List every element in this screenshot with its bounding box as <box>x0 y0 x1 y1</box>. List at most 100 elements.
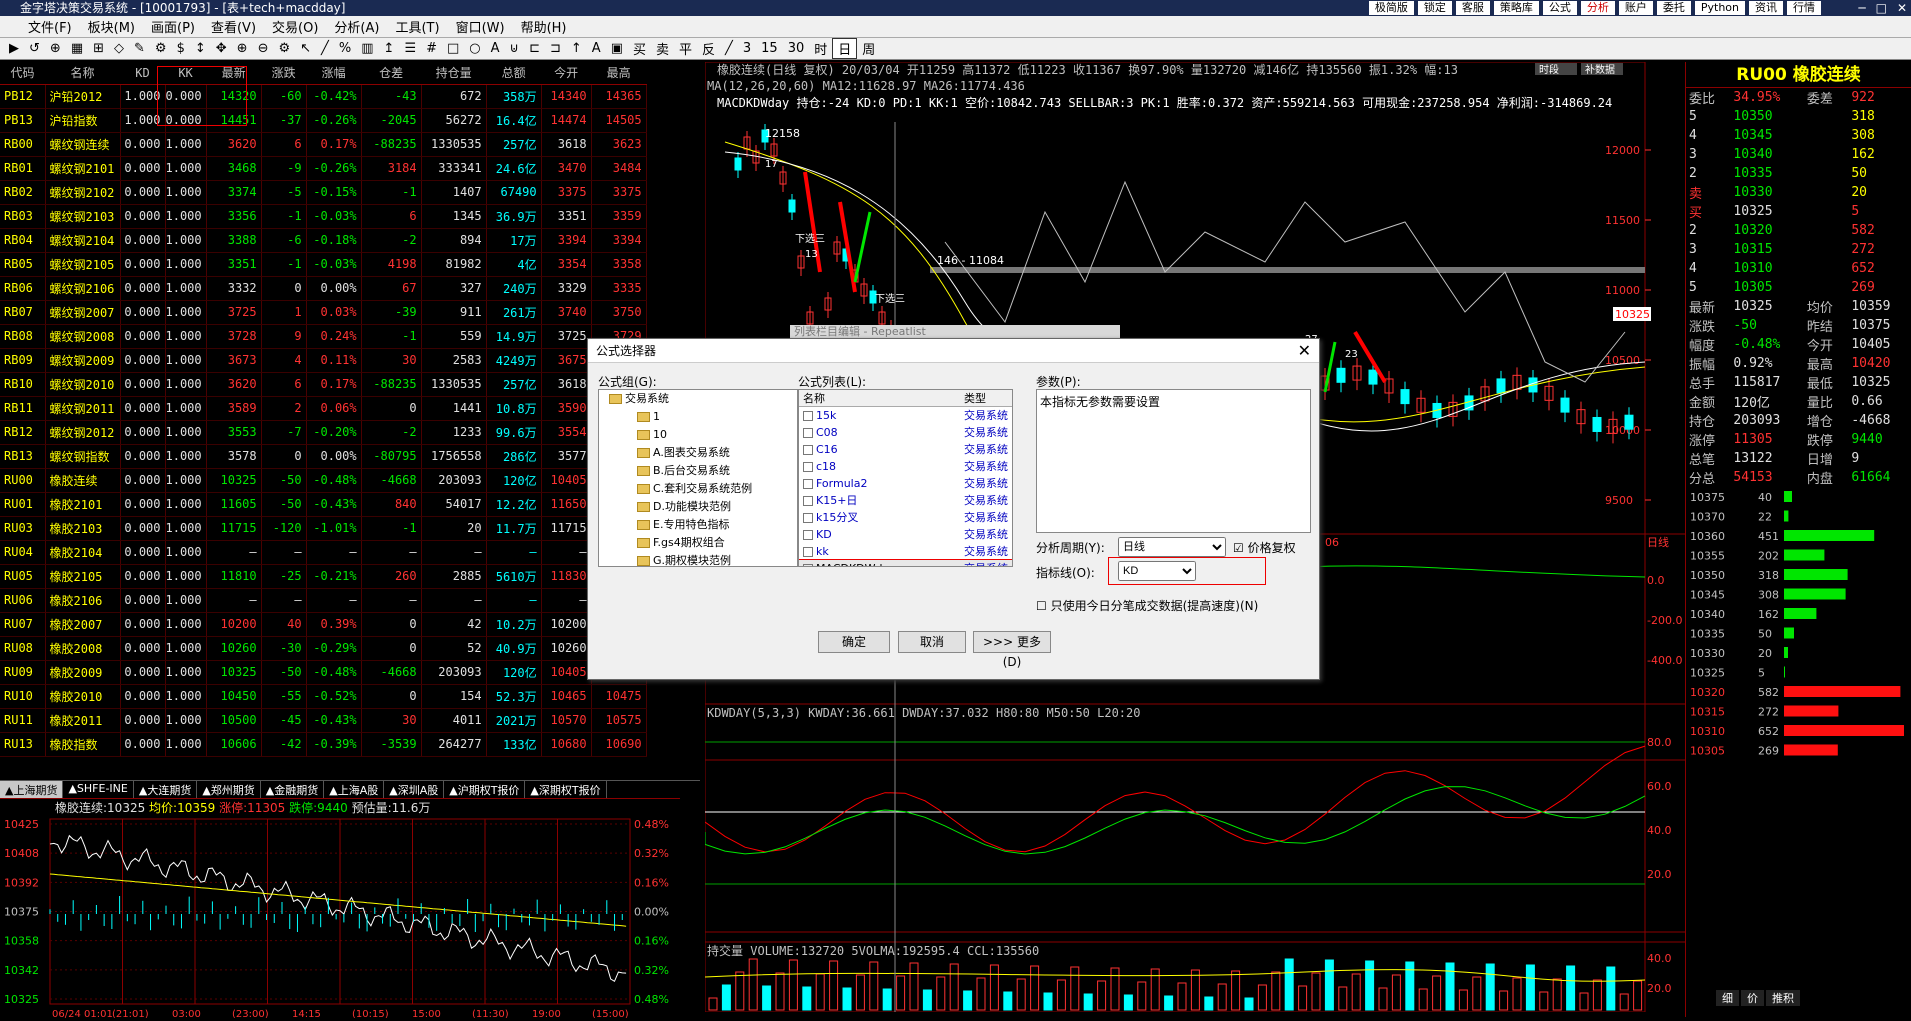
toolbar-button[interactable]: ◇ <box>109 41 129 56</box>
menu-item[interactable]: 画面(P) <box>143 17 203 36</box>
top-button[interactable]: 资讯 <box>1749 1 1783 15</box>
top-button[interactable]: Python <box>1694 1 1745 15</box>
tree-item[interactable]: G.期权模块范例 <box>599 552 797 566</box>
table-row[interactable]: RB02 螺纹钢2102 0.000 1.000 3374 -5 -0.15% -1 1407 6… <box>0 180 647 205</box>
table-row[interactable]: RU13 橡胶指数 0.000 1.000 10606 -42 -0.39% -3539 264… <box>0 732 647 757</box>
toolbar-button[interactable]: 3 <box>738 41 756 56</box>
toolbar-button[interactable]: ⚙ <box>150 41 172 56</box>
table-row[interactable]: RU11 橡胶2011 0.000 1.000 10500 -45 -0.43% 30 4011… <box>0 708 647 733</box>
toolbar-button[interactable]: 15 <box>756 41 783 56</box>
list-item[interactable]: c18 交易系统 <box>799 458 1012 475</box>
formula-group-tree[interactable]: 交易系统 1 10 A.图表交易系统 B.后台交易系统 C.套利交易系统范例 D.功能模块范… <box>598 389 798 567</box>
toolbar-button[interactable]: 日 <box>832 38 858 59</box>
toolbar-button[interactable]: ✥ <box>211 41 232 56</box>
tree-item[interactable]: 10 <box>599 426 797 444</box>
market-tab[interactable]: ▲上海期货 <box>0 781 64 798</box>
table-row[interactable]: RB05 螺纹钢2105 0.000 1.000 3351 -1 -0.03% 4198 819… <box>0 252 647 277</box>
more-button[interactable]: >>> 更多(D) <box>973 631 1051 669</box>
table-row[interactable]: RB10 螺纹钢2010 0.000 1.000 3620 6 0.17% -88235 133… <box>0 372 647 397</box>
column-header[interactable]: 最高 <box>591 62 647 85</box>
table-row[interactable]: RU06橡胶21060.0001.000–––––––– <box>0 588 647 613</box>
toolbar-button[interactable]: 时 <box>809 39 832 58</box>
tree-item[interactable]: C.套利交易系统范例 <box>599 480 797 498</box>
toolbar-button[interactable]: ⊍ <box>505 41 525 56</box>
formula-list[interactable]: 名称 类型 15k 交易系统 C08 交易系统 C16 交易系统 c18 交易系统 Formula2… <box>798 389 1013 567</box>
menu-item[interactable]: 文件(F) <box>20 17 80 36</box>
toolbar-button[interactable]: ↖ <box>295 41 316 56</box>
toolbar-button[interactable]: % <box>334 41 356 56</box>
market-tab[interactable]: ▲郑州期货 <box>197 781 261 798</box>
toolbar-button[interactable]: □ <box>442 41 464 56</box>
toolbar-button[interactable]: 30 <box>783 41 810 56</box>
top-button[interactable]: 锁定 <box>1417 1 1452 15</box>
toolbar-button[interactable]: 平 <box>674 39 697 58</box>
column-header[interactable]: KD <box>120 62 165 85</box>
toolbar-button[interactable]: ✎ <box>129 41 150 56</box>
column-header[interactable]: 仓差 <box>361 62 422 85</box>
menu-item[interactable]: 工具(T) <box>387 17 447 36</box>
toolbar-button[interactable]: A <box>486 41 505 56</box>
maximize-icon[interactable]: □ <box>1876 0 1887 16</box>
panel-tab[interactable]: 价 <box>1741 990 1764 1006</box>
toolbar-button[interactable]: ○ <box>464 41 485 56</box>
toolbar-button[interactable]: A <box>587 41 606 56</box>
toolbar-button[interactable]: ⚙ <box>273 41 295 56</box>
toolbar-button[interactable]: ☰ <box>399 41 421 56</box>
market-tab[interactable]: ▲沪期权T报价 <box>444 781 526 798</box>
menu-item[interactable]: 查看(V) <box>203 17 264 36</box>
top-button[interactable]: 分析 <box>1580 1 1615 15</box>
table-row[interactable]: RB09 螺纹钢2009 0.000 1.000 3673 4 0.11% 30 2583 424… <box>0 348 647 373</box>
column-header[interactable]: 代码 <box>0 62 45 85</box>
market-tab[interactable]: ▲上海A股 <box>324 781 385 798</box>
table-row[interactable]: RU03 橡胶2103 0.000 1.000 11715 -120 -1.01% -1 20 1… <box>0 516 647 541</box>
close-icon[interactable]: ✕ <box>1897 0 1907 16</box>
toolbar-button[interactable]: ▦ <box>66 41 88 56</box>
market-tab[interactable]: ▲大连期货 <box>134 781 198 798</box>
tree-item[interactable]: 交易系统 <box>599 390 797 408</box>
indicator-select[interactable]: KD <box>1118 561 1196 581</box>
toolbar-button[interactable]: ↥ <box>379 41 400 56</box>
column-header[interactable]: 名称 <box>45 62 120 85</box>
cancel-button[interactable]: 取消 <box>898 631 966 653</box>
tree-item[interactable]: A.图表交易系统 <box>599 444 797 462</box>
toolbar-button[interactable]: 买 <box>628 39 651 58</box>
table-row[interactable]: RU00 橡胶连续 0.000 1.000 10325 -50 -0.48% -4668 203… <box>0 468 647 493</box>
toolbar-button[interactable]: ⊏ <box>524 41 545 56</box>
toolbar-button[interactable]: ╱ <box>316 41 334 56</box>
table-row[interactable]: RB04 螺纹钢2104 0.000 1.000 3388 -6 -0.18% -2 894 17… <box>0 228 647 253</box>
toolbar-button[interactable]: ▥ <box>356 41 378 56</box>
toolbar-button[interactable]: ⊐ <box>545 41 566 56</box>
toolbar-button[interactable]: ⊕ <box>232 41 253 56</box>
toolbar-button[interactable]: ▣ <box>606 41 628 56</box>
toolbar-button[interactable]: ⊕ <box>45 41 66 56</box>
top-button[interactable]: 委托 <box>1656 1 1691 15</box>
toolbar-button[interactable]: 反 <box>697 39 720 58</box>
minimize-icon[interactable]: ─ <box>1858 0 1865 16</box>
list-item[interactable]: K15+日 交易系统 <box>799 492 1012 509</box>
top-button[interactable]: 客服 <box>1455 1 1490 15</box>
table-row[interactable]: RB11 螺纹钢2011 0.000 1.000 3589 2 0.06% 0 1441 10.8… <box>0 396 647 421</box>
table-row[interactable]: RU05 橡胶2105 0.000 1.000 11810 -25 -0.21% 260 288… <box>0 564 647 589</box>
market-tab[interactable]: ▲金融期货 <box>261 781 325 798</box>
top-button[interactable]: 极简版 <box>1368 1 1414 15</box>
toolbar-button[interactable]: ⊞ <box>88 41 109 56</box>
table-row[interactable]: RB07 螺纹钢2007 0.000 1.000 3725 1 0.03% -39 911 261… <box>0 300 647 325</box>
menu-item[interactable]: 窗口(W) <box>448 17 513 36</box>
toolbar-button[interactable]: $ <box>172 41 190 56</box>
column-header[interactable]: KK <box>165 62 207 85</box>
list-item[interactable]: KD 交易系统 <box>799 526 1012 543</box>
column-header[interactable]: 今开 <box>541 62 592 85</box>
list-item[interactable]: C16 交易系统 <box>799 441 1012 458</box>
top-button[interactable]: 公式 <box>1542 1 1577 15</box>
table-row[interactable]: RB01 螺纹钢2101 0.000 1.000 3468 -9 -0.26% 3184 333… <box>0 156 647 181</box>
column-header[interactable]: 总额 <box>486 62 542 85</box>
toolbar-button[interactable]: ↕ <box>190 41 211 56</box>
tree-item[interactable]: B.后台交易系统 <box>599 462 797 480</box>
table-row[interactable]: RB12 螺纹钢2012 0.000 1.000 3553 -7 -0.20% -2 1233 9… <box>0 420 647 445</box>
today-checkbox[interactable]: ☐ 只使用今日分笔成交数据(提高速度)(N) <box>1036 597 1258 614</box>
column-header[interactable]: 最新 <box>206 62 262 85</box>
panel-tab[interactable]: 细 <box>1716 990 1739 1006</box>
tree-item[interactable]: E.专用特色指标 <box>599 516 797 534</box>
toolbar-button[interactable]: ↑ <box>566 41 587 56</box>
column-header[interactable]: 涨跌 <box>261 62 307 85</box>
